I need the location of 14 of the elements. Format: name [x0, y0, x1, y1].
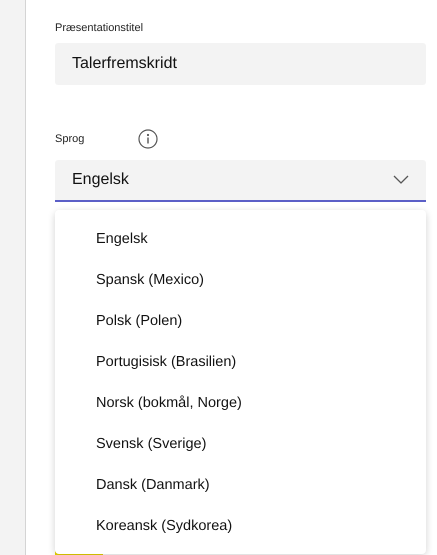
title-input-field[interactable]: Talerfremskridt — [55, 43, 426, 85]
language-dropdown[interactable]: Engelsk — [55, 160, 426, 202]
menu-option[interactable]: Engelsk — [55, 218, 426, 259]
menu-option[interactable]: Polsk (Polen) — [55, 300, 426, 341]
menu-option[interactable]: Svensk (Sverige) — [55, 423, 426, 464]
menu-option[interactable]: Norsk (bokmål, Norge) — [55, 382, 426, 423]
menu-option[interactable]: Portugisisk (Brasilien) — [55, 341, 426, 382]
menu-option[interactable]: Dansk (Danmark) — [55, 464, 426, 505]
chevron-icon — [393, 175, 409, 185]
menu-option[interactable]: Koreansk (Sydkorea) — [55, 505, 426, 546]
field-label: Sprog — [55, 133, 84, 145]
info-icon[interactable] — [138, 129, 158, 149]
field-label: Præsentationstitel — [55, 22, 144, 34]
menu-option[interactable]: Spansk (Mexico) — [55, 259, 426, 300]
